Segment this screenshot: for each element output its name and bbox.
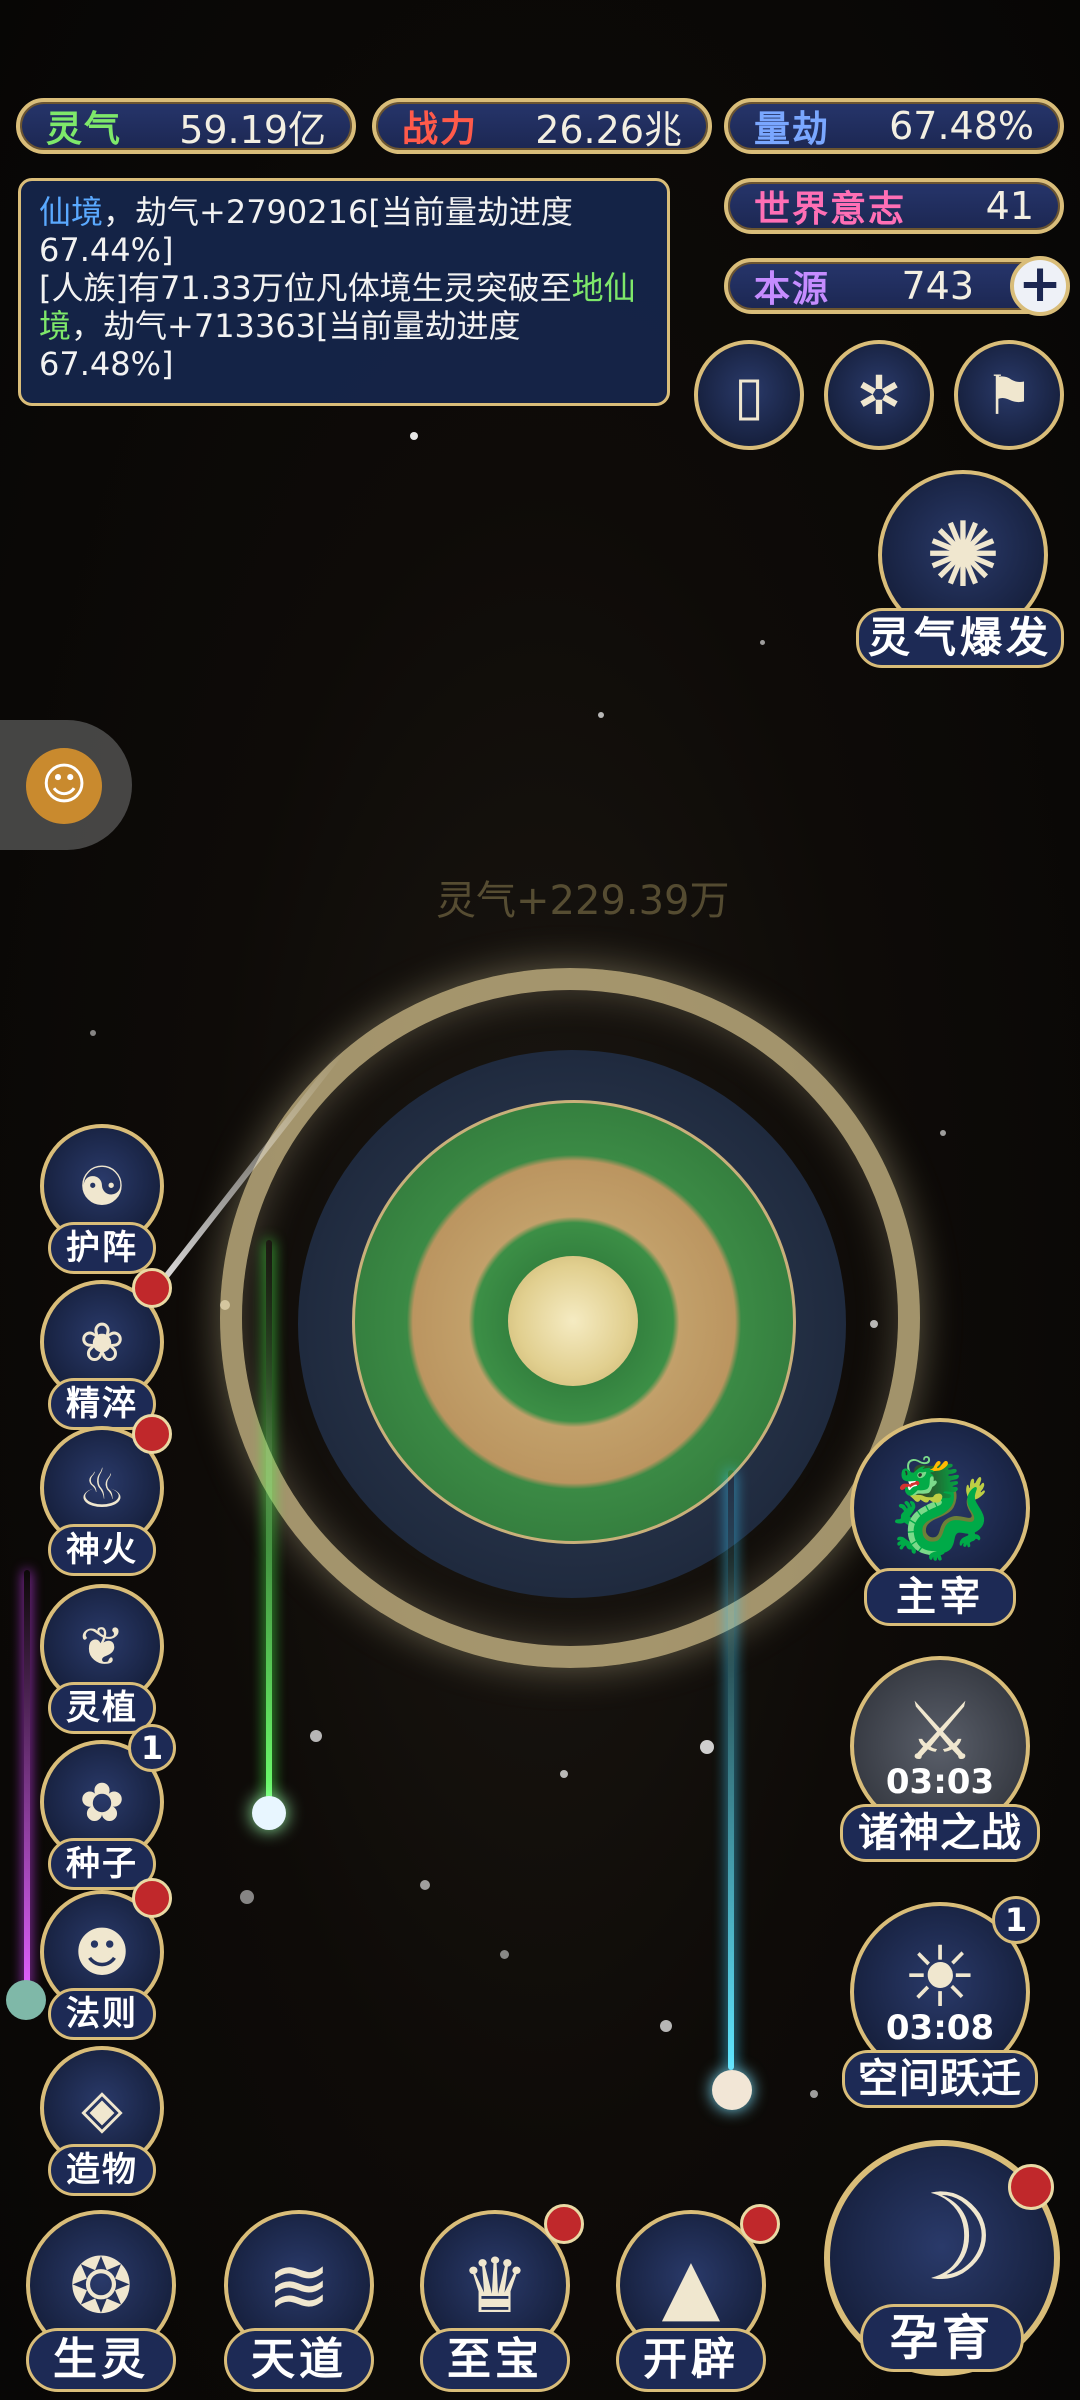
bottom-label: 至宝	[420, 2328, 570, 2392]
lingqi-value: 59.19亿	[179, 107, 326, 152]
bottom-shengling[interactable]: ❂ 生灵	[16, 2210, 186, 2400]
green-beam-orb	[252, 1796, 286, 1830]
side-menu-zhongzi[interactable]: ✿ 1 种子	[40, 1724, 176, 1890]
vortex-icon: ✲	[856, 363, 902, 427]
log-realm-name: 仙境	[39, 193, 104, 231]
zhuzai-button[interactable]: 🐉 主宰	[840, 1418, 1040, 1628]
bottom-label: 开辟	[616, 2328, 766, 2392]
liangjie-value: 67.48%	[889, 104, 1034, 148]
zhanli-stat: 战力 26.26兆	[372, 98, 712, 154]
shijie-stat[interactable]: 世界意志 41	[724, 178, 1064, 234]
log-text: [人族]有71.33万位凡体境生灵突破至	[39, 269, 572, 307]
cyan-beam-orb	[712, 2070, 752, 2110]
zhushen-label: 诸神之战	[840, 1804, 1040, 1862]
benyuan-value: 743	[901, 264, 974, 308]
floating-gain-text: 灵气+229.39万	[436, 878, 730, 924]
cyan-beam	[728, 1470, 734, 2070]
side-menu-shenhuo[interactable]: ♨ 神火	[40, 1414, 172, 1576]
log-text: ，劫气+713363[当前量劫进度67.48%]	[39, 307, 521, 383]
zhushen-battle-button[interactable]: ⚔ 03:03 诸神之战	[840, 1656, 1040, 1866]
bottom-label: 生灵	[26, 2328, 176, 2392]
shijie-label: 世界意志	[754, 189, 907, 230]
lingqi-label: 灵气	[46, 109, 123, 150]
notification-dot	[132, 1878, 172, 1918]
lingqi-burst-button[interactable]: ✺ 灵气爆发	[856, 470, 1066, 680]
zhuzai-label: 主宰	[864, 1568, 1016, 1626]
bottom-tiandao[interactable]: ≋ 天道	[214, 2210, 384, 2400]
liangjie-stat[interactable]: 量劫 67.48%	[724, 98, 1064, 154]
zhanli-label: 战力	[402, 109, 479, 150]
log-entry: 仙境，劫气+2790216[当前量劫进度67.44%]	[39, 193, 649, 269]
notification-dot	[132, 1414, 172, 1454]
side-menu-huzhen[interactable]: ☯ 护阵	[40, 1124, 170, 1274]
flag-button[interactable]: ⚑	[954, 340, 1064, 450]
lingqi-burst-label: 灵气爆发	[856, 608, 1064, 668]
side-menu-lingzhi[interactable]: ❦ 灵植	[40, 1584, 170, 1734]
benyuan-add-button[interactable]: +	[1010, 256, 1070, 316]
flag-icon: ⚑	[984, 363, 1034, 427]
kongjian-label: 空间跃迁	[842, 2050, 1038, 2108]
kongjian-yueqian-button[interactable]: ☀ 1 03:08 空间跃迁	[836, 1896, 1046, 2112]
count-badge: 1	[128, 1724, 176, 1772]
side-menu-faze[interactable]: ☻ 法则	[40, 1878, 172, 2040]
side-menu-jingcui[interactable]: ❀ 精淬	[40, 1268, 172, 1430]
side-menu-label: 造物	[48, 2144, 156, 2196]
shijie-value: 41	[985, 184, 1034, 228]
zhushen-timer: 03:03	[885, 1762, 995, 1802]
burst-icon: ✺	[925, 502, 1001, 608]
liangjie-label: 量劫	[754, 109, 831, 150]
vortex-button[interactable]: ✲	[824, 340, 934, 450]
purple-beam	[24, 1570, 30, 1990]
log-entry: [人族]有71.33万位凡体境生灵突破至地仙境，劫气+713363[当前量劫进度…	[39, 269, 649, 383]
notification-dot	[740, 2204, 780, 2244]
card-icon: ▯	[734, 363, 764, 427]
event-log: 仙境，劫气+2790216[当前量劫进度67.44%] [人族]有71.33万位…	[18, 178, 670, 406]
notification-dot	[132, 1268, 172, 1308]
card-button[interactable]: ▯	[694, 340, 804, 450]
bottom-kaipi[interactable]: ▲ 开辟	[606, 2204, 780, 2400]
side-menu-zaowu[interactable]: ◈ 造物	[40, 2046, 170, 2196]
accessibility-icon: ☺	[26, 748, 102, 824]
lingqi-stat: 灵气 59.19亿	[16, 98, 356, 154]
kongjian-timer: 03:08	[885, 2008, 995, 2048]
benyuan-label: 本源	[754, 269, 831, 310]
log-text: ，劫气+2790216[当前量劫进度67.44%]	[39, 193, 573, 269]
notification-dot	[544, 2204, 584, 2244]
bottom-zhibao[interactable]: ♛ 至宝	[410, 2204, 584, 2400]
yunyu-button[interactable]: ☽ 孕育	[814, 2140, 1070, 2390]
side-menu-label: 护阵	[48, 1222, 156, 1274]
planet-core	[508, 1256, 638, 1386]
count-badge: 1	[992, 1896, 1040, 1944]
side-menu-label: 法则	[48, 1988, 156, 2040]
bottom-label: 天道	[224, 2328, 374, 2392]
notification-dot	[1008, 2164, 1054, 2210]
zhanli-value: 26.26兆	[535, 107, 682, 152]
yunyu-label: 孕育	[860, 2304, 1024, 2372]
accessibility-float[interactable]: ☺	[0, 720, 132, 850]
side-menu-label: 神火	[48, 1524, 156, 1576]
green-beam	[266, 1240, 272, 1800]
